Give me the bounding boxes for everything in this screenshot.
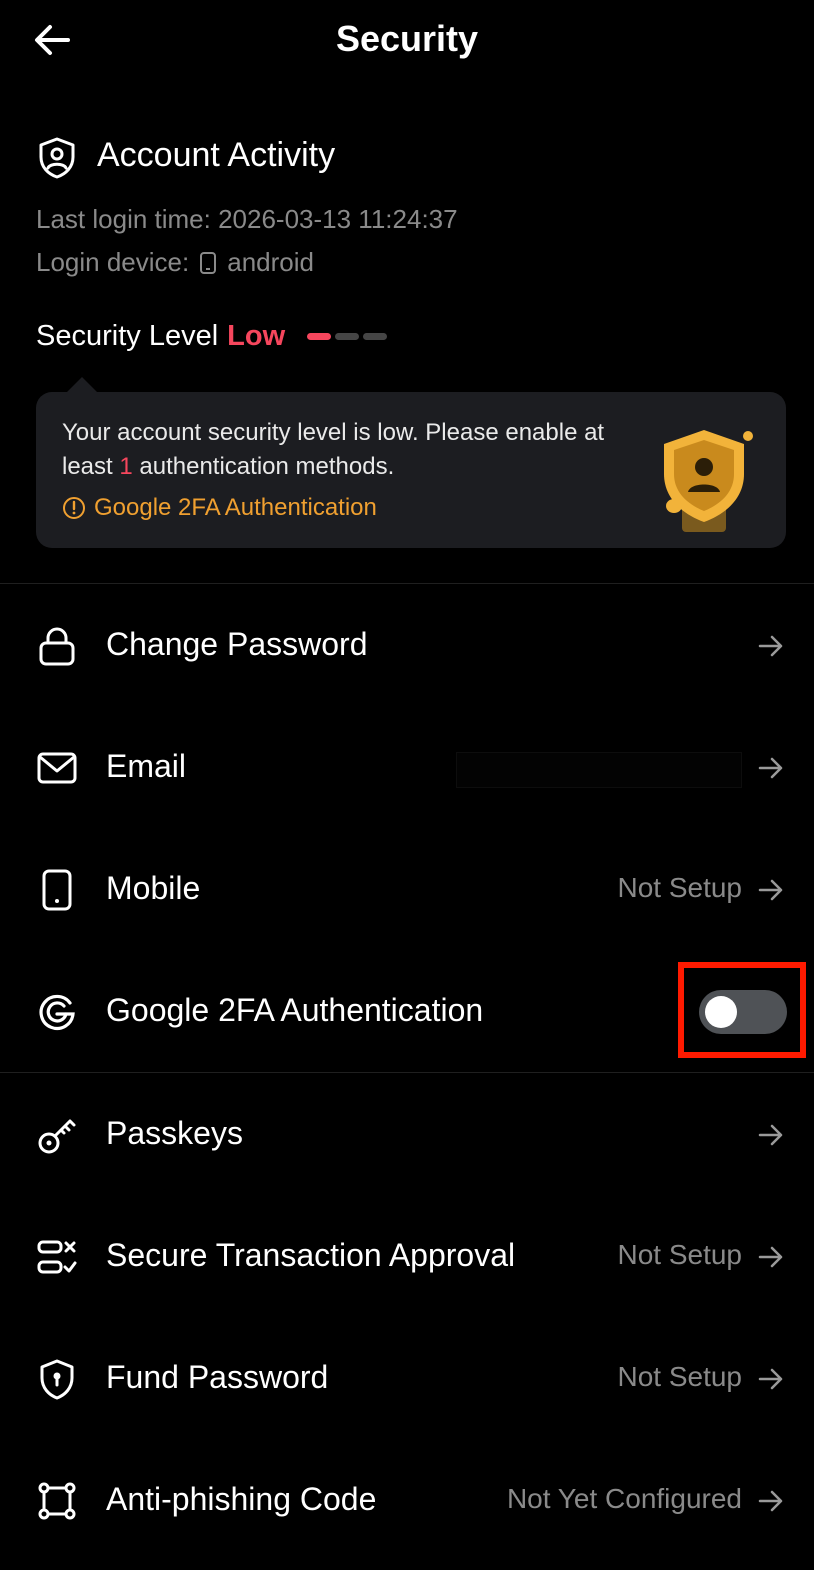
phone-icon <box>200 251 217 274</box>
passkeys-row[interactable]: Passkeys <box>0 1089 814 1181</box>
login-device-label: Login device: <box>36 247 190 277</box>
change-password-row[interactable]: Change Password <box>0 600 814 692</box>
anti-phishing-code-row[interactable]: Anti-phishing Code Not Yet Configured <box>0 1455 814 1547</box>
arrow-right-icon <box>758 1246 783 1268</box>
secure-transaction-approval-status: Not Setup <box>617 1239 742 1270</box>
email-label: Email <box>106 748 187 784</box>
approval-list-icon <box>37 1240 77 1274</box>
google-icon <box>39 994 75 1031</box>
fund-password-row[interactable]: Fund Password Not Setup <box>0 1333 814 1425</box>
mobile-label: Mobile <box>106 870 201 906</box>
google-2fa-row: Google 2FA Authentication <box>0 966 660 1058</box>
secure-transaction-approval-label: Secure Transaction Approval <box>106 1237 516 1273</box>
frame-corners-icon <box>38 1482 76 1520</box>
secure-transaction-approval-row[interactable]: Secure Transaction Approval Not Setup <box>0 1211 814 1303</box>
fund-password-label: Fund Password <box>106 1359 329 1395</box>
security-level-bar <box>363 333 388 340</box>
arrow-right-icon <box>758 1368 783 1390</box>
user-shield-icon <box>39 137 75 179</box>
login-device-value: android <box>227 247 314 277</box>
security-level-value: Low <box>227 320 286 352</box>
arrow-right-icon <box>758 1124 783 1146</box>
fund-password-status: Not Setup <box>617 1361 742 1392</box>
mobile-phone-icon <box>42 869 72 911</box>
google-2fa-link[interactable]: Google 2FA Authentication <box>62 494 377 522</box>
mail-icon <box>37 752 77 784</box>
security-level-bar <box>335 333 360 340</box>
change-password-label: Change Password <box>106 626 368 662</box>
section-divider <box>0 1072 814 1073</box>
last-login-time: Last login time: 2026-03-13 11:24:37 <box>36 204 458 234</box>
security-level-meter <box>307 333 388 340</box>
google-2fa-label: Google 2FA Authentication <box>106 992 484 1028</box>
security-level: Security Level Low <box>36 320 388 353</box>
mobile-row[interactable]: Mobile Not Setup <box>0 844 814 936</box>
arrow-right-icon <box>758 1490 783 1512</box>
warning-circle-icon <box>63 497 85 519</box>
anti-phishing-code-label: Anti-phishing Code <box>106 1481 377 1517</box>
section-divider <box>0 583 814 584</box>
security-callout: Your account security level is low. Plea… <box>36 392 786 548</box>
shield-illustration <box>664 430 753 532</box>
key-icon <box>38 1119 76 1154</box>
lock-icon <box>39 627 75 666</box>
email-value-redacted <box>456 752 742 788</box>
callout-message: Your account security level is low. Plea… <box>62 416 642 484</box>
arrow-right-icon <box>758 757 783 779</box>
highlight-box <box>678 962 806 1058</box>
google-2fa-link-label: Google 2FA Authentication <box>94 494 377 521</box>
passkeys-label: Passkeys <box>106 1115 243 1151</box>
security-level-label: Security Level <box>36 320 219 352</box>
mobile-status: Not Setup <box>617 872 742 903</box>
callout-message-text-end: authentication methods. <box>132 453 395 480</box>
shield-keyhole-icon <box>40 1359 74 1400</box>
arrow-right-icon <box>758 879 783 901</box>
arrow-right-icon <box>758 635 783 657</box>
account-activity-title: Account Activity <box>97 136 336 174</box>
login-device: Login device: android <box>36 247 314 278</box>
anti-phishing-code-status: Not Yet Configured <box>506 1483 742 1514</box>
callout-method-count: 1 <box>119 453 133 480</box>
callout-pointer <box>66 377 98 393</box>
page-title: Security <box>335 18 479 59</box>
security-level-bar <box>307 333 332 340</box>
